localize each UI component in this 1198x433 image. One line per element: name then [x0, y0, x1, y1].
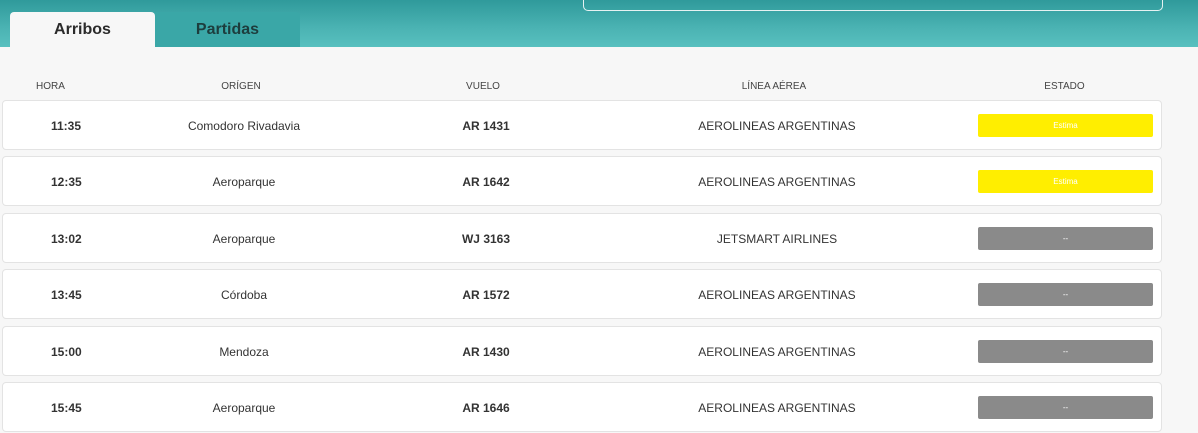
- flight-airline: AEROLINEAS ARGENTINAS: [698, 288, 856, 302]
- flight-number: AR 1642: [462, 175, 510, 189]
- flight-airline: AEROLINEAS ARGENTINAS: [698, 401, 856, 415]
- tab-partidas[interactable]: Partidas: [155, 12, 300, 47]
- header-estado: ESTADO: [1044, 81, 1085, 92]
- status-badge: --: [978, 283, 1153, 306]
- flight-airline: JETSMART AIRLINES: [716, 232, 838, 246]
- flight-time: 13:02: [51, 232, 82, 246]
- header-origen: ORÍGEN: [221, 81, 261, 92]
- flight-airline: AEROLINEAS ARGENTINAS: [698, 119, 856, 133]
- flight-origin: Comodoro Rivadavia: [187, 119, 301, 133]
- header-vuelo: VUELO: [466, 81, 500, 92]
- status-badge: --: [978, 340, 1153, 363]
- status-badge: --: [978, 227, 1153, 250]
- search-box[interactable]: [583, 0, 1163, 11]
- flight-number: AR 1431: [462, 119, 510, 133]
- flight-origin: Aeroparque: [212, 175, 276, 189]
- flight-origin: Córdoba: [220, 288, 268, 302]
- tab-arribos[interactable]: Arribos: [10, 12, 155, 47]
- flight-time: 12:35: [51, 175, 82, 189]
- header-linea: LÍNEA AÉREA: [741, 81, 807, 92]
- table-header: HORA ORÍGEN VUELO LÍNEA AÉREA ESTADO: [0, 81, 1198, 95]
- flight-airline: AEROLINEAS ARGENTINAS: [698, 345, 856, 359]
- table-row[interactable]: 15:00 Mendoza AR 1430 AEROLINEAS ARGENTINAS…: [2, 326, 1162, 376]
- table-row[interactable]: 13:02 Aeroparque WJ 3163 JETSMART AIRLINES -…: [2, 213, 1162, 263]
- flight-time: 15:00: [51, 345, 82, 359]
- flight-origin: Aeroparque: [212, 401, 276, 415]
- status-badge: --: [978, 396, 1153, 419]
- flight-number: AR 1430: [462, 345, 510, 359]
- table-row[interactable]: 12:35 Aeroparque AR 1642 AEROLINEAS ARGENTI…: [2, 156, 1162, 206]
- table-row[interactable]: 11:35 Comodoro Rivadavia AR 1431 AEROLINEAS…: [2, 100, 1162, 150]
- flight-origin: Aeroparque: [212, 232, 276, 246]
- table-row[interactable]: 13:45 Córdoba AR 1572 AEROLINEAS ARGENTINAS…: [2, 269, 1162, 319]
- flight-number: AR 1646: [462, 401, 510, 415]
- flight-number: WJ 3163: [461, 232, 511, 246]
- flight-airline: AEROLINEAS ARGENTINAS: [698, 175, 856, 189]
- status-badge: Estima: [978, 170, 1153, 193]
- status-badge: Estima: [978, 114, 1153, 137]
- flight-time: 15:45: [51, 401, 82, 415]
- top-bar: Arribos Partidas: [0, 0, 1198, 47]
- flight-time: 11:35: [51, 119, 82, 133]
- flight-time: 13:45: [51, 288, 82, 302]
- table-row[interactable]: 15:45 Aeroparque AR 1646 AEROLINEAS ARGENTI…: [2, 382, 1162, 432]
- flight-number: AR 1572: [462, 288, 510, 302]
- header-hora: HORA: [36, 81, 65, 92]
- flight-origin: Mendoza: [219, 345, 269, 359]
